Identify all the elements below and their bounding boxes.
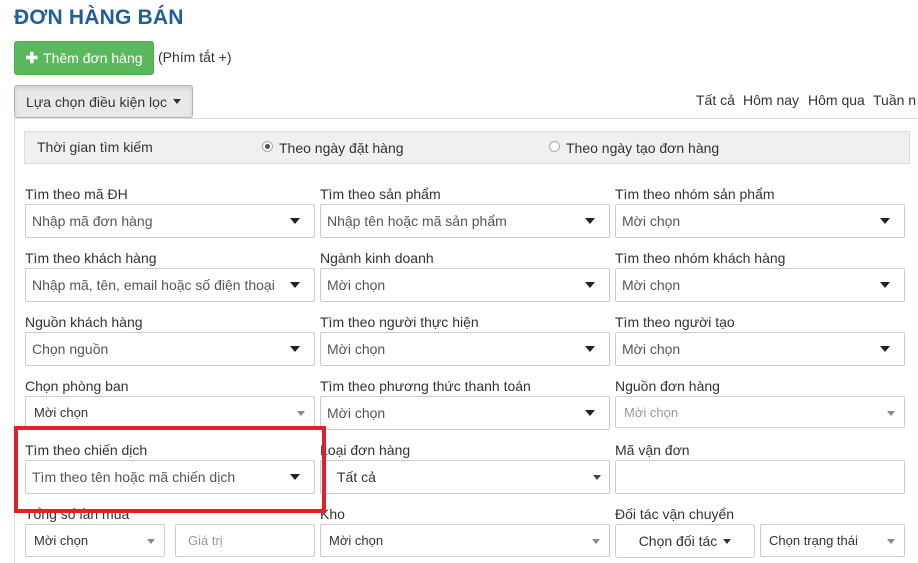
creator-select[interactable]: Mời chọn: [615, 332, 905, 366]
shipping-partner-button-label: Chọn đối tác: [638, 533, 718, 549]
customer-select[interactable]: Nhập mã, tên, email hoặc số điện thoại: [25, 268, 315, 302]
product-group-label: Tìm theo nhóm sản phẩm: [615, 186, 775, 202]
customer-group-placeholder: Mời chọn: [622, 277, 681, 293]
radio-order-date[interactable]: [262, 141, 273, 152]
dropdown-arrow-icon: [880, 282, 890, 288]
creator-placeholder: Mời chọn: [622, 341, 681, 357]
department-label: Chọn phòng ban: [25, 378, 129, 394]
page-title: ĐƠN HÀNG BÁN: [14, 6, 184, 29]
quick-filter-week[interactable]: Tuần n: [873, 92, 916, 108]
department-placeholder: Mời chọn: [34, 404, 89, 420]
customer-group-label: Tìm theo nhóm khách hàng: [615, 250, 786, 266]
industry-select[interactable]: Mời chọn: [320, 268, 610, 302]
product-group-select[interactable]: Mời chọn: [615, 204, 905, 238]
shipping-partner-button[interactable]: Chọn đối tác: [615, 524, 755, 558]
caret-down-icon: [172, 99, 181, 104]
quick-filter-today[interactable]: Hôm nay: [743, 92, 799, 108]
filter-conditions-label: Lựa chọn điều kiện lọc: [26, 93, 167, 110]
shipping-partner-label: Đối tác vận chuyển: [615, 506, 735, 522]
payment-method-placeholder: Mời chọn: [327, 405, 386, 421]
dropdown-arrow-icon: [585, 346, 595, 352]
radio-created-date[interactable]: [549, 141, 560, 152]
add-order-label: Thêm đơn hàng: [43, 50, 143, 66]
industry-label: Ngành kinh doanh: [320, 250, 434, 266]
performer-placeholder: Mời chọn: [327, 341, 386, 357]
quick-filter-all[interactable]: Tất cả: [696, 92, 735, 108]
dropdown-arrow-icon: [585, 282, 595, 288]
dropdown-arrow-icon: [880, 346, 890, 352]
order-type-label: Loại đơn hàng: [320, 442, 411, 458]
payment-method-select[interactable]: Mời chọn: [320, 396, 610, 430]
dropdown-arrow-icon: [147, 539, 155, 544]
industry-placeholder: Mời chọn: [327, 277, 386, 293]
order-type-value: Tất cả: [337, 469, 376, 485]
total-purchases-select-value: Mời chọn: [34, 533, 89, 548]
dropdown-arrow-icon: [880, 218, 890, 224]
department-select[interactable]: Mời chọn: [25, 396, 315, 428]
dropdown-arrow-icon: [290, 346, 300, 352]
quick-filter-yesterday[interactable]: Hôm qua: [808, 92, 865, 108]
filter-conditions-button[interactable]: Lựa chọn điều kiện lọc: [14, 85, 193, 118]
shortcut-hint: (Phím tắt +): [158, 49, 232, 65]
customer-source-placeholder: Chọn nguồn: [32, 341, 109, 357]
highlight-box: [14, 426, 326, 513]
order-code-label: Tìm theo mã ĐH: [25, 186, 128, 202]
product-placeholder: Nhập tên hoặc mã sản phẩm: [327, 213, 507, 229]
order-code-placeholder: Nhập mã đơn hàng: [32, 213, 153, 229]
payment-method-label: Tìm theo phương thức thanh toán: [320, 378, 531, 394]
creator-label: Tìm theo người tạo: [615, 314, 735, 330]
customer-source-label: Nguồn khách hàng: [25, 314, 143, 330]
performer-select[interactable]: Mời chọn: [320, 332, 610, 366]
tracking-code-input[interactable]: [615, 460, 905, 494]
add-order-button[interactable]: ✚ Thêm đơn hàng: [14, 41, 154, 75]
dropdown-arrow-icon: [887, 411, 895, 416]
order-code-select[interactable]: Nhập mã đơn hàng: [25, 204, 315, 238]
shipping-status-select[interactable]: Chọn trạng thái: [760, 524, 905, 557]
customer-group-select[interactable]: Mời chọn: [615, 268, 905, 302]
order-source-placeholder: Mời chọn: [624, 404, 679, 420]
customer-placeholder: Nhập mã, tên, email hoặc số điện thoại: [32, 277, 275, 293]
total-purchases-value-placeholder: Giá trị: [188, 533, 223, 548]
time-search-bar: [24, 131, 910, 164]
order-source-label: Nguồn đơn hàng: [615, 378, 720, 394]
caret-down-icon: [723, 538, 732, 544]
customer-label: Tìm theo khách hàng: [25, 250, 157, 266]
dropdown-arrow-icon: [297, 411, 305, 416]
shipping-status-placeholder: Chọn trạng thái: [769, 533, 858, 548]
total-purchases-value-input[interactable]: Giá trị: [175, 524, 315, 557]
radio-created-date-label[interactable]: Theo ngày tạo đơn hàng: [566, 140, 719, 156]
plus-icon: ✚: [25, 50, 39, 67]
warehouse-placeholder: Mời chọn: [329, 533, 384, 548]
order-type-select[interactable]: Tất cả: [320, 460, 610, 494]
product-select[interactable]: Nhập tên hoặc mã sản phẩm: [320, 204, 610, 238]
tracking-code-label: Mã vận đơn: [615, 442, 690, 458]
dropdown-arrow-icon: [593, 475, 601, 480]
dropdown-arrow-icon: [887, 539, 895, 544]
warehouse-select[interactable]: Mời chọn: [320, 524, 610, 557]
product-group-placeholder: Mời chọn: [622, 213, 681, 229]
performer-label: Tìm theo người thực hiện: [320, 314, 479, 330]
radio-order-date-label[interactable]: Theo ngày đặt hàng: [279, 140, 404, 156]
total-purchases-select[interactable]: Mời chọn: [25, 524, 165, 557]
order-source-select[interactable]: Mời chọn: [615, 396, 905, 428]
dropdown-arrow-icon: [290, 282, 300, 288]
dropdown-arrow-icon: [592, 539, 600, 544]
time-search-label: Thời gian tìm kiếm: [37, 139, 153, 155]
dropdown-arrow-icon: [585, 410, 595, 416]
product-label: Tìm theo sản phẩm: [320, 186, 441, 202]
dropdown-arrow-icon: [585, 218, 595, 224]
customer-source-select[interactable]: Chọn nguồn: [25, 332, 315, 366]
dropdown-arrow-icon: [290, 218, 300, 224]
